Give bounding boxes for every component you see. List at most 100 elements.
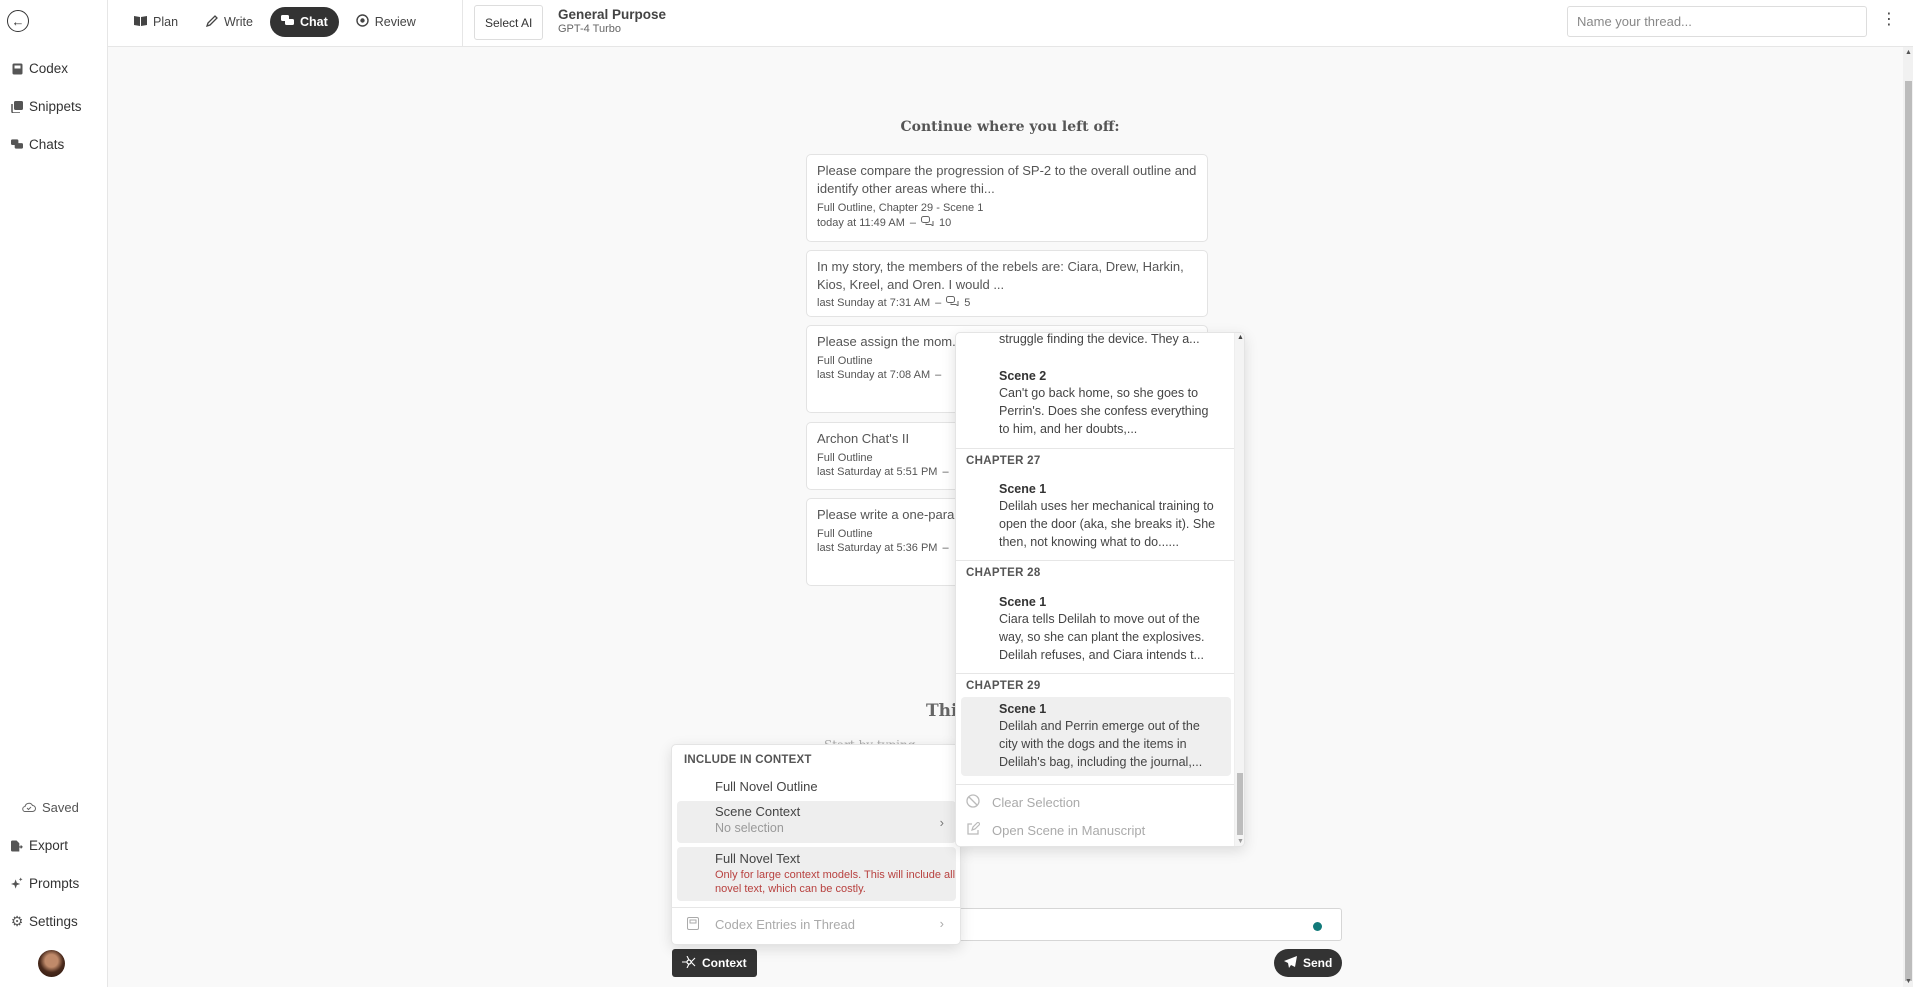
submenu-scrollbar[interactable]: ▲ ▼	[1234, 333, 1244, 846]
thread-card[interactable]: Please compare the progression of SP-2 t…	[806, 154, 1208, 242]
scroll-down-icon[interactable]: ▼	[1237, 838, 1244, 845]
sidebar-item-prompts[interactable]: Prompts	[11, 876, 79, 891]
thread-time: last Saturday at 5:36 PM	[817, 542, 938, 554]
scene-item[interactable]: struggle finding the device. They a...	[961, 332, 1231, 353]
context-item-scene-context[interactable]: Scene Context No selection ›	[677, 801, 956, 843]
continue-title: Continue where you left off:	[900, 119, 1120, 135]
scroll-up-icon[interactable]: ▲	[1905, 49, 1912, 56]
open-scene-button[interactable]: Open Scene in Manuscript	[966, 821, 1146, 839]
thread-source: Full Outline, Chapter 29 - Scene 1	[817, 202, 984, 214]
sidebar-item-label: Prompts	[29, 876, 80, 891]
thread-name-input[interactable]	[1567, 6, 1867, 37]
tab-review[interactable]: Review	[345, 7, 427, 37]
clear-selection-button[interactable]: Clear Selection	[966, 794, 1080, 811]
ban-icon	[966, 794, 982, 811]
context-item-full-text[interactable]: Full Novel Text Only for large context m…	[677, 847, 956, 901]
tab-label: Plan	[153, 15, 179, 29]
scene-item[interactable]: Scene 1 Ciara tells Delilah to move out …	[961, 590, 1231, 669]
chats-icon	[11, 139, 23, 151]
main-scrollbar[interactable]: ▲ ▼	[1903, 47, 1913, 987]
open-scene-label: Open Scene in Manuscript	[992, 823, 1146, 838]
avatar[interactable]	[38, 950, 65, 977]
sidebar: ← Codex Snippets Chats Saved Export Prom…	[0, 0, 108, 987]
pencil-icon	[206, 14, 218, 30]
comments-icon	[946, 296, 959, 309]
comments-icon	[920, 216, 934, 229]
sidebar-item-label: Snippets	[29, 99, 82, 114]
sidebar-item-chats[interactable]: Chats	[11, 137, 64, 152]
thread-time: last Sunday at 7:08 AM	[817, 369, 931, 381]
clear-selection-label: Clear Selection	[992, 795, 1081, 810]
scene-title: Scene 1	[999, 482, 1047, 496]
context-button[interactable]: Context	[672, 949, 757, 977]
scene-item-selected[interactable]: Scene 1 Delilah and Perrin emerge out of…	[961, 697, 1231, 776]
thread-meta: today at 11:49 AM – 10	[817, 216, 952, 229]
sidebar-item-codex[interactable]: Codex	[11, 61, 68, 76]
scroll-up-icon[interactable]: ▲	[1237, 334, 1244, 341]
scene-title: Scene 1	[999, 702, 1047, 716]
divider	[956, 673, 1235, 674]
sidebar-item-export[interactable]: Export	[11, 838, 68, 853]
paper-plane-icon	[1284, 955, 1297, 971]
tab-write[interactable]: Write	[195, 7, 264, 37]
scene-desc: Ciara tells Delilah to move out of the w…	[999, 612, 1205, 662]
chat-icon	[280, 15, 294, 29]
sidebar-item-settings[interactable]: ⚙ Settings	[11, 913, 78, 929]
chevron-right-icon: ›	[939, 916, 944, 931]
arrow-left-icon: ←	[11, 13, 25, 29]
scene-item[interactable]: Scene 1 Delilah uses her mechanical trai…	[961, 477, 1231, 556]
thread-count: 5	[964, 296, 971, 309]
tab-chat[interactable]: Chat	[269, 7, 339, 37]
scene-title: Scene 2	[999, 369, 1047, 383]
tab-label: Review	[374, 15, 416, 29]
item-label: Full Novel Text	[715, 851, 801, 866]
export-icon	[11, 839, 23, 852]
thread-time: last Saturday at 5:51 PM	[817, 466, 938, 478]
sidebar-item-snippets[interactable]: Snippets	[11, 99, 82, 114]
model-version: GPT-4 Turbo	[558, 23, 621, 35]
divider	[956, 448, 1235, 449]
divider	[462, 0, 463, 47]
tab-plan[interactable]: Plan	[123, 7, 189, 37]
mode-tabs: Plan Write Chat Review	[123, 7, 427, 37]
model-name: General Purpose	[558, 7, 667, 22]
saved-status: Saved	[22, 800, 79, 815]
sidebar-item-label: Chats	[29, 137, 65, 152]
book-icon	[11, 63, 23, 75]
item-label: Scene Context	[715, 804, 801, 819]
scroll-down-icon[interactable]: ▼	[1905, 978, 1912, 985]
sidebar-item-label: Export	[29, 838, 69, 853]
sparkles-icon	[11, 877, 23, 890]
book-icon	[687, 917, 699, 933]
item-label: Full Novel Outline	[715, 779, 818, 794]
saved-label: Saved	[42, 800, 79, 815]
context-item-codex-entries[interactable]: Codex Entries in Thread ›	[677, 911, 956, 939]
chapter-heading: CHAPTER 29	[966, 680, 1041, 692]
divider	[956, 784, 1235, 785]
status-dot	[1313, 922, 1322, 931]
scrollbar-thumb[interactable]	[1237, 773, 1243, 835]
scene-item[interactable]: Scene 2 Can't go back home, so she goes …	[961, 364, 1231, 443]
context-menu: INCLUDE IN CONTEXT Full Novel Outline Sc…	[671, 744, 961, 945]
context-item-full-outline[interactable]: Full Novel Outline	[677, 775, 956, 801]
thread-question: In my story, the members of the rebels a…	[817, 259, 1184, 292]
scrollbar-thumb[interactable]	[1905, 81, 1912, 981]
chevron-right-icon: ›	[939, 815, 944, 830]
thread-card[interactable]: In my story, the members of the rebels a…	[806, 250, 1208, 317]
scene-submenu: struggle finding the device. They a... S…	[955, 332, 1245, 847]
cloud-check-icon	[22, 800, 36, 815]
scene-title: Scene 1	[999, 595, 1047, 609]
cost-warning: Only for large context models. This will…	[715, 869, 956, 895]
back-button[interactable]: ←	[7, 10, 29, 32]
sidebar-item-label: Settings	[29, 914, 78, 929]
topbar: Plan Write Chat Review Select AI General…	[108, 0, 1913, 47]
model-info: General Purpose GPT-4 Turbo	[558, 7, 666, 35]
send-label: Send	[1303, 956, 1333, 970]
sidebar-item-label: Codex	[29, 61, 69, 76]
item-sublabel: No selection	[715, 821, 784, 835]
divider	[956, 560, 1235, 561]
select-ai-button[interactable]: Select AI	[474, 5, 544, 40]
more-options-icon[interactable]: ⋮	[1881, 12, 1897, 28]
send-button[interactable]: Send	[1274, 949, 1343, 977]
scene-desc: struggle finding the device. They a...	[999, 332, 1200, 346]
